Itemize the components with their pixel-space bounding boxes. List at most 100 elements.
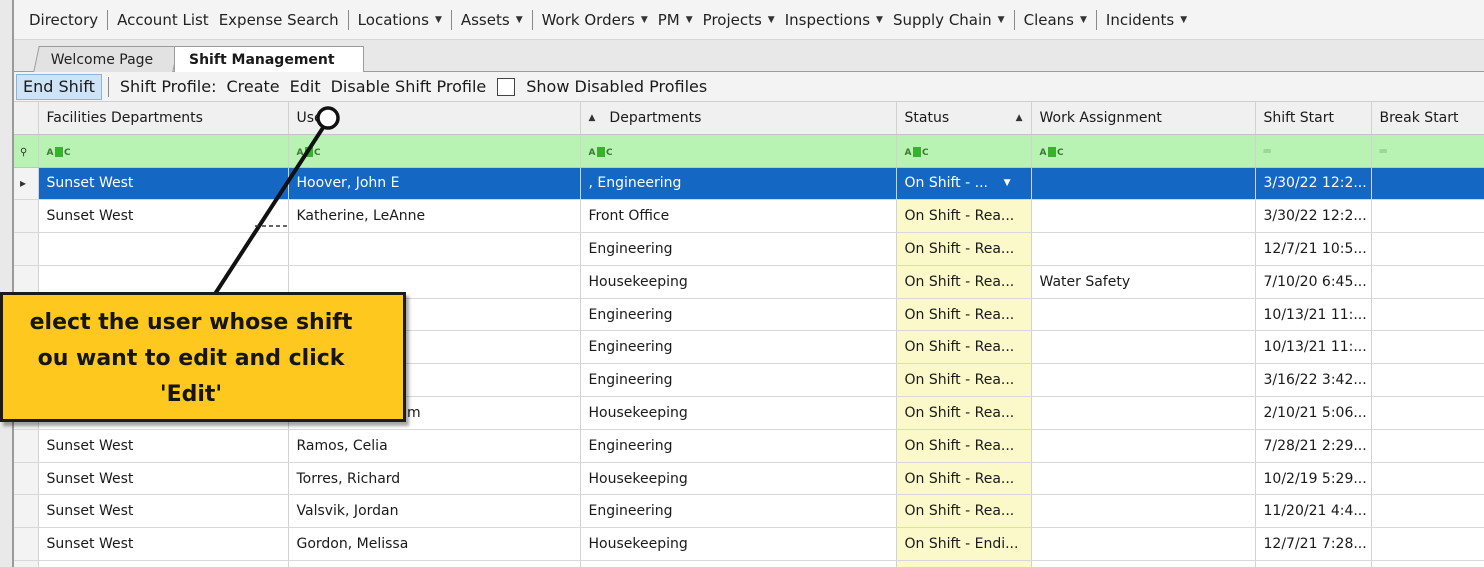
menu-cleans[interactable]: Cleans ▼ [1019,11,1092,29]
cell-shift-start[interactable]: 12/7/21 7:28... [1255,527,1372,562]
cell-break-start[interactable] [1371,232,1484,266]
cell-status[interactable]: On Shift - Rea... [896,429,1032,463]
table-row[interactable]: Sunset West Katherine, LeAnne Front Office… [14,199,1484,234]
cell-work-assignment[interactable] [1031,199,1256,234]
cell-work-assignment[interactable] [1031,232,1256,266]
cell-break-start[interactable] [1371,494,1484,529]
table-row[interactable]: Sunset West [14,560,1484,567]
cell-shift-start[interactable]: 3/30/22 12:2... [1255,167,1372,201]
cell-work-assignment[interactable] [1031,167,1256,201]
filter-work-assignment[interactable]: AC [1031,134,1256,168]
cell-shift-start[interactable]: 7/28/21 2:29... [1255,429,1372,463]
cell-department[interactable]: Housekeeping [580,396,897,430]
cell-break-start[interactable] [1371,396,1484,430]
cell-facility[interactable]: Sunset West [38,462,289,496]
show-disabled-checkbox[interactable] [497,77,516,96]
cell-break-start[interactable] [1371,199,1484,234]
cell-work-assignment[interactable] [1031,527,1256,562]
cell-user[interactable]: Ramos, Celia [288,429,581,463]
filter-user[interactable]: AC [288,134,581,168]
cell-shift-start[interactable]: 7/10/20 6:45... [1255,265,1372,299]
filter-departments[interactable]: AC [580,134,897,168]
cell-user[interactable] [288,560,581,567]
cell-status[interactable]: On Shift - Rea... [896,199,1032,234]
table-row[interactable]: Sunset West Gordon, Melissa Housekeeping On… [14,527,1484,562]
cell-user[interactable]: Valsvik, Jordan [288,494,581,529]
cell-department[interactable]: Engineering [580,494,897,529]
menu-assets[interactable]: Assets ▼ [456,11,528,29]
header-departments[interactable]: ▲ Departments [580,102,897,135]
cell-status[interactable] [896,560,1032,567]
table-row[interactable]: Sunset West Valsvik, Jordan Engineering On … [14,494,1484,529]
cell-user[interactable]: Torres, Richard [288,462,581,496]
menu-account-list[interactable]: Account List [112,11,214,29]
cell-status[interactable]: On Shift - Rea... [896,298,1032,332]
cell-shift-start[interactable]: 11/20/21 4:4... [1255,494,1372,529]
header-break-start[interactable]: Break Start [1371,102,1484,135]
cell-shift-start[interactable]: 12/7/21 10:5... [1255,232,1372,266]
filter-shift-start[interactable]: ═ [1255,134,1372,168]
dropdown-arrow-icon[interactable]: ▼ [1004,178,1011,188]
cell-department[interactable]: Engineering [580,363,897,398]
cell-work-assignment[interactable] [1031,462,1256,496]
cell-break-start[interactable] [1371,560,1484,567]
cell-break-start[interactable] [1371,462,1484,496]
menu-projects[interactable]: Projects ▼ [698,11,780,29]
cell-user[interactable]: Gordon, Melissa [288,527,581,562]
cell-status[interactable]: On Shift - Rea... [896,363,1032,398]
cell-work-assignment[interactable] [1031,560,1256,567]
cell-work-assignment[interactable] [1031,298,1256,332]
cell-facility[interactable] [38,232,289,266]
table-row[interactable]: ▸ Sunset West Hoover, John E, Engineering O… [14,167,1484,201]
cell-shift-start[interactable]: 3/30/22 12:2... [1255,199,1372,234]
menu-work-orders[interactable]: Work Orders ▼ [537,11,653,29]
cell-status[interactable]: On Shift - Rea... [896,265,1032,299]
cell-break-start[interactable] [1371,265,1484,299]
header-facilities-departments[interactable]: Facilities Departments [38,102,289,135]
cell-work-assignment[interactable] [1031,429,1256,463]
cell-shift-start[interactable]: 10/13/21 11:... [1255,298,1372,332]
cell-facility[interactable]: Sunset West [38,527,289,562]
cell-department[interactable]: Engineering [580,429,897,463]
cell-break-start[interactable] [1371,363,1484,398]
cell-status[interactable]: On Shift - Rea... [896,462,1032,496]
menu-inspections[interactable]: Inspections ▼ [780,11,888,29]
cell-department[interactable]: Housekeeping [580,462,897,496]
cell-user[interactable]: Hoover, John E [288,167,581,201]
cell-work-assignment[interactable] [1031,494,1256,529]
filter-status[interactable]: AC [896,134,1032,168]
disable-shift-profile-button[interactable]: Disable Shift Profile [326,77,492,96]
header-work-assignment[interactable]: Work Assignment [1031,102,1256,135]
cell-status[interactable]: On Shift - Rea... [896,330,1032,365]
menu-supply-chain[interactable]: Supply Chain ▼ [888,11,1010,29]
cell-department[interactable]: Front Office [580,199,897,234]
table-row[interactable]: Sunset West Ramos, Celia Engineering On Shi… [14,429,1484,463]
cell-user[interactable] [288,232,581,266]
cell-user[interactable]: Katherine, LeAnne [288,199,581,234]
cell-shift-start[interactable] [1255,560,1372,567]
header-status[interactable]: Status ▲ [896,102,1032,135]
header-shift-start[interactable]: Shift Start [1255,102,1372,135]
cell-shift-start[interactable]: 2/10/21 5:06... [1255,396,1372,430]
cell-department[interactable]: Engineering [580,330,897,365]
cell-department[interactable]: Engineering [580,232,897,266]
tab-welcome-page[interactable]: Welcome Page [33,46,179,72]
cell-facility[interactable]: Sunset West [38,429,289,463]
cell-department[interactable]: Housekeeping [580,527,897,562]
cell-facility[interactable]: Sunset West [38,494,289,529]
cell-break-start[interactable] [1371,527,1484,562]
cell-status[interactable]: On Shift - ... ▼ [896,167,1032,201]
cell-shift-start[interactable]: 10/13/21 11:... [1255,330,1372,365]
menu-directory[interactable]: Directory [24,11,103,29]
cell-facility[interactable]: Sunset West [38,560,289,567]
menu-locations[interactable]: Locations ▼ [353,11,447,29]
cell-facility[interactable]: Sunset West [38,199,289,234]
header-user[interactable]: User [288,102,581,135]
cell-status[interactable]: On Shift - Endi... [896,527,1032,562]
end-shift-button[interactable]: End Shift [16,73,102,100]
cell-status[interactable]: On Shift - Rea... [896,396,1032,430]
menu-incidents[interactable]: Incidents ▼ [1101,11,1192,29]
table-row[interactable]: Sunset West Torres, Richard Housekeeping On… [14,462,1484,496]
menu-pm[interactable]: PM ▼ [653,11,698,29]
table-row[interactable]: Engineering On Shift - Rea... 12/7/21 10:5… [14,232,1484,266]
